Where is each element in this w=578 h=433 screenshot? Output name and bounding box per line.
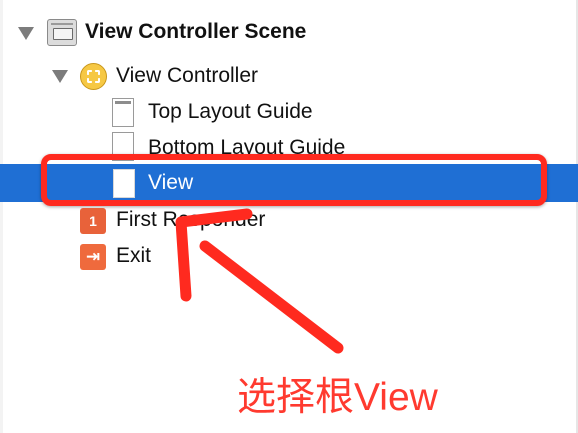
- exit-label: Exit: [116, 244, 152, 267]
- first-responder-label: First Responder: [116, 208, 266, 231]
- first-responder-icon: 1: [80, 208, 106, 234]
- outline-row-exit[interactable]: ⇥ Exit: [0, 238, 578, 274]
- disclosure-triangle-icon[interactable]: [18, 27, 34, 40]
- outline-row-scene[interactable]: View Controller Scene: [0, 14, 578, 50]
- scene-label: View Controller Scene: [85, 20, 307, 43]
- annotation-highlight-box: [41, 154, 547, 206]
- top-layout-guide-label: Top Layout Guide: [148, 100, 313, 123]
- disclosure-triangle-icon[interactable]: [52, 70, 68, 83]
- view-controller-label: View Controller: [116, 64, 259, 87]
- storyboard-scene-icon: [47, 19, 77, 46]
- outline-row-first-responder[interactable]: 1 First Responder: [0, 202, 578, 238]
- layout-guide-icon: [112, 98, 134, 127]
- outline-row-view-controller[interactable]: View Controller: [0, 58, 578, 94]
- view-controller-icon: [80, 63, 107, 90]
- annotation-caption: 选择根View: [237, 376, 438, 419]
- outline-row-top-layout-guide[interactable]: Top Layout Guide: [0, 94, 578, 130]
- exit-icon: ⇥: [80, 244, 106, 270]
